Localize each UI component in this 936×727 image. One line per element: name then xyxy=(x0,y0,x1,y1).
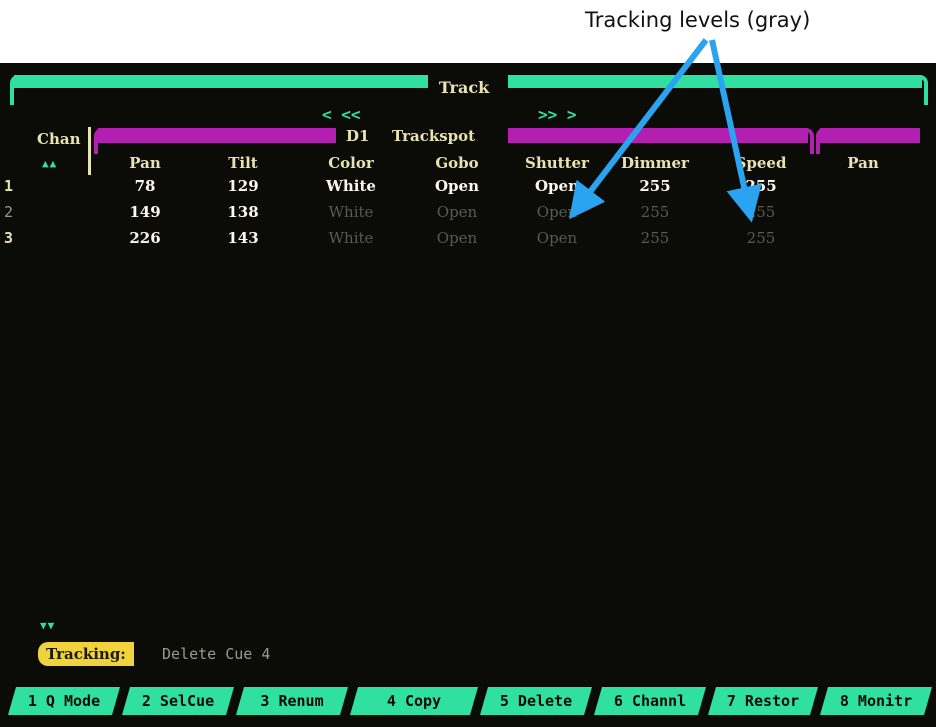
table-row[interactable]: 3 226 143 White Open Open 255 255 xyxy=(0,229,936,253)
softkey-restor[interactable]: 7 Restor xyxy=(708,687,818,715)
col-shutter: Shutter xyxy=(525,154,589,172)
console-screen: Track < << >> > Chan ▲▲ D1 Trackspot Pan… xyxy=(0,63,936,727)
softkey-renum[interactable]: 3 Renum xyxy=(236,687,348,715)
table-row[interactable]: 1 78 129 White Open Open 255 255 xyxy=(0,177,936,201)
fixture-bar-right-cap xyxy=(802,128,814,154)
cell-color: White xyxy=(326,177,376,195)
cell-shutter: Open xyxy=(536,229,578,247)
cell-speed: 255 xyxy=(746,203,776,221)
fixture-bar-right xyxy=(508,128,808,143)
scroll-down-icon[interactable]: ▼▼ xyxy=(40,619,55,632)
softkey-copy[interactable]: 4 Copy xyxy=(350,687,478,715)
col-tilt: Tilt xyxy=(228,154,258,172)
chan-number: 2 xyxy=(4,203,14,221)
fixture-name: Trackspot xyxy=(392,127,476,145)
annotation-callout: Tracking levels (gray) xyxy=(585,8,811,32)
track-title: Track xyxy=(438,78,490,97)
cell-tilt: 129 xyxy=(227,177,259,195)
fixture-bar-left xyxy=(98,128,336,143)
tracking-badge: Tracking: xyxy=(38,642,134,666)
track-bar-right-cap xyxy=(914,75,928,105)
scroll-up-icon[interactable]: ▲▲ xyxy=(42,157,57,170)
chan-label: Chan xyxy=(37,130,81,148)
cell-speed: 255 xyxy=(745,177,777,195)
track-bar-right xyxy=(508,75,922,88)
cell-color: White xyxy=(328,229,374,247)
col-dimmer: Dimmer xyxy=(621,154,689,172)
cell-dimmer: 255 xyxy=(639,177,671,195)
softkey-channl[interactable]: 6 Channl xyxy=(594,687,706,715)
cell-pan: 226 xyxy=(129,229,161,247)
cell-tilt: 138 xyxy=(227,203,259,221)
col-speed: Speed xyxy=(735,154,787,172)
cell-speed: 255 xyxy=(746,229,776,247)
cell-tilt: 143 xyxy=(227,229,259,247)
tracking-message: Delete Cue 4 xyxy=(162,645,271,663)
page-right-arrows[interactable]: >> > xyxy=(538,105,577,124)
cell-dimmer: 255 xyxy=(640,203,670,221)
chan-number: 1 xyxy=(4,177,14,195)
col-pan-2: Pan xyxy=(847,154,879,172)
cell-gobo: Open xyxy=(436,229,478,247)
cell-shutter: Open xyxy=(534,177,579,195)
fixture-page: D1 xyxy=(346,127,370,145)
softkey-q-mode[interactable]: 1 Q Mode xyxy=(8,687,120,715)
page-left-arrows[interactable]: < << xyxy=(322,105,361,124)
softkey-bar: 1 Q Mode 2 SelCue 3 Renum 4 Copy 5 Delet… xyxy=(8,687,932,715)
col-pan: Pan xyxy=(129,154,161,172)
col-color: Color xyxy=(328,154,374,172)
cell-color: White xyxy=(328,203,374,221)
cell-dimmer: 255 xyxy=(640,229,670,247)
chan-number: 3 xyxy=(4,229,14,247)
col-gobo: Gobo xyxy=(435,154,479,172)
table-row[interactable]: 2 149 138 White Open Open 255 255 xyxy=(0,203,936,227)
cell-gobo: Open xyxy=(436,203,478,221)
cell-pan: 78 xyxy=(134,177,156,195)
cell-pan: 149 xyxy=(129,203,161,221)
cell-shutter: Open xyxy=(536,203,578,221)
softkey-selcue[interactable]: 2 SelCue xyxy=(122,687,234,715)
softkey-monitr[interactable]: 8 Monitr xyxy=(820,687,932,715)
cell-gobo: Open xyxy=(434,177,479,195)
track-bar-left xyxy=(14,75,428,88)
chan-separator xyxy=(88,127,91,175)
softkey-delete[interactable]: 5 Delete xyxy=(480,687,592,715)
fixture2-bar xyxy=(820,128,920,143)
